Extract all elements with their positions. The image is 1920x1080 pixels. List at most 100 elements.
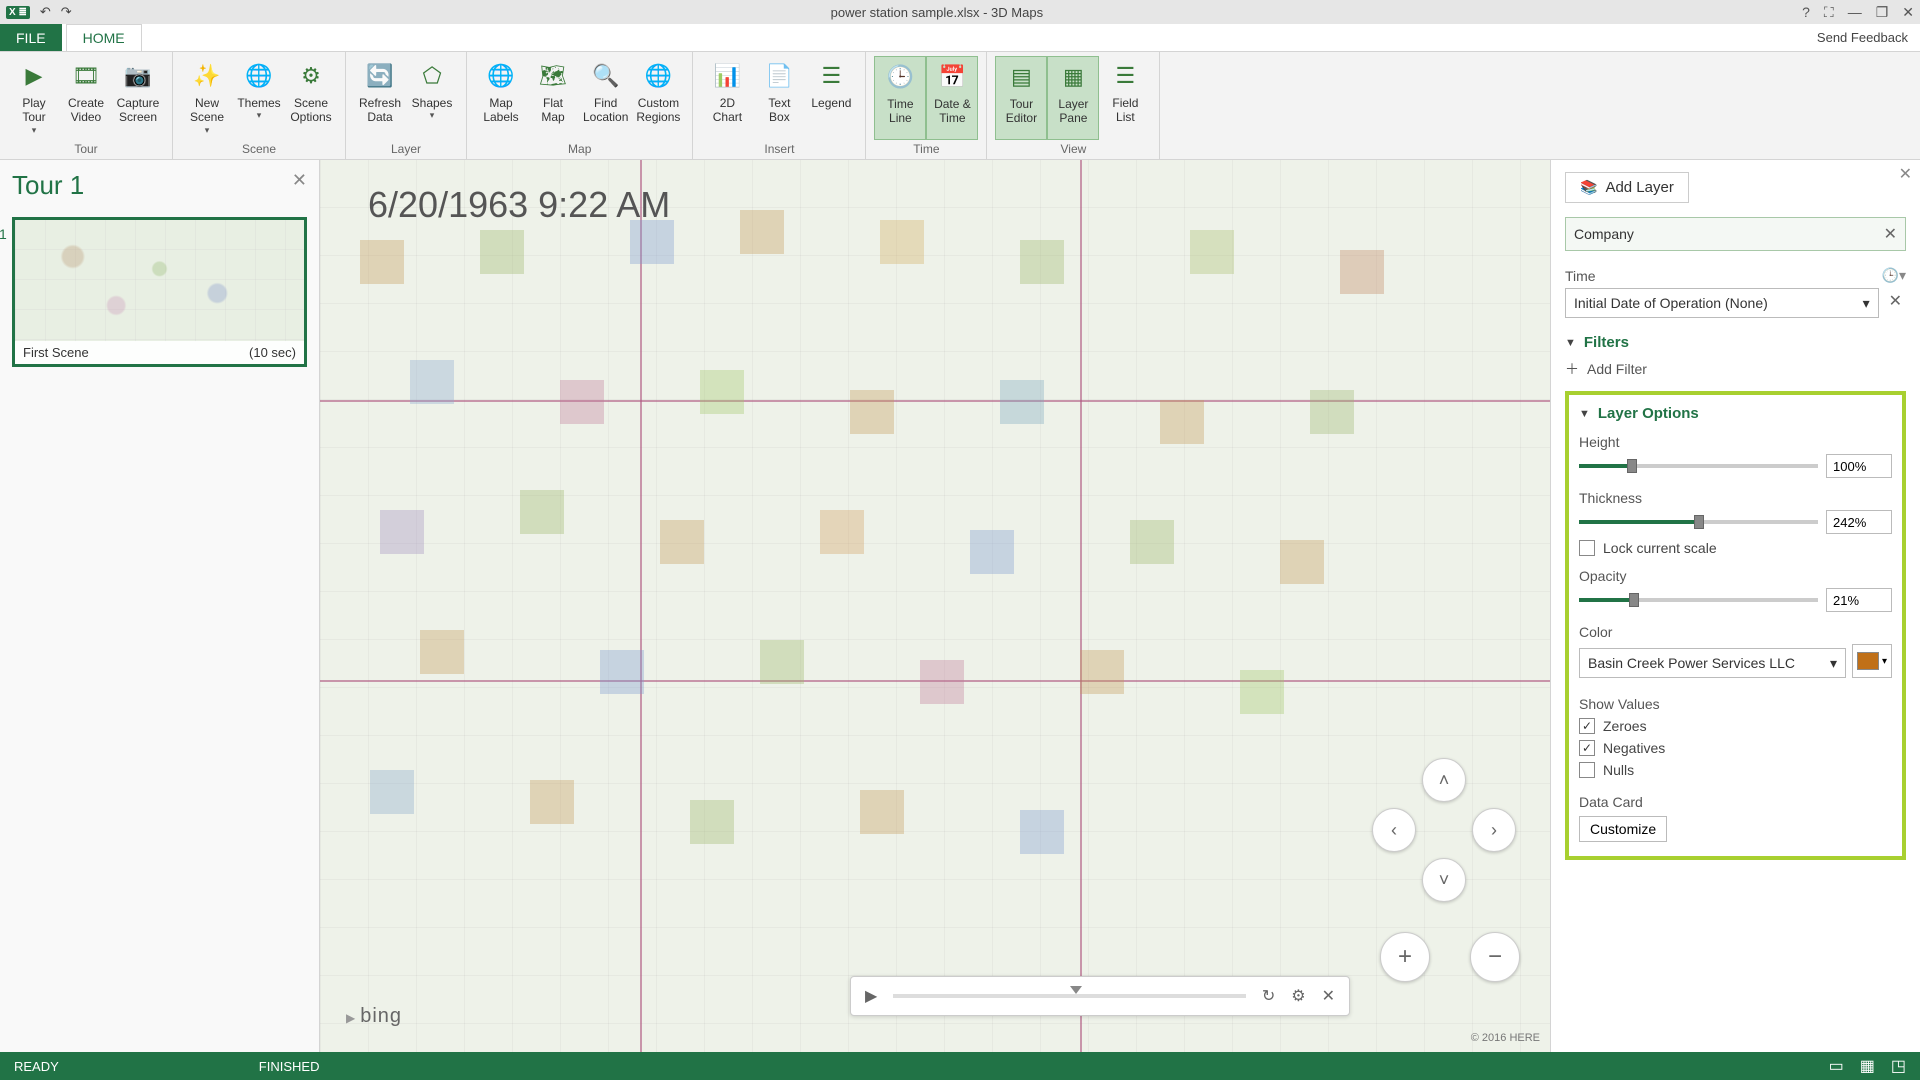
- checkbox-checked-icon: ✓: [1579, 718, 1595, 734]
- timeline-track[interactable]: [893, 994, 1246, 998]
- nulls-checkbox[interactable]: Nulls: [1579, 762, 1892, 778]
- chevron-down-icon: ▼: [1565, 337, 1576, 349]
- data-square: [380, 510, 424, 554]
- data-square: [970, 530, 1014, 574]
- minimize-icon[interactable]: —: [1848, 4, 1862, 21]
- thickness-value-input[interactable]: 242%: [1826, 510, 1892, 534]
- remove-time-field-icon[interactable]: ✕: [1885, 291, 1906, 311]
- data-square: [480, 230, 524, 274]
- send-feedback-link[interactable]: Send Feedback: [1805, 24, 1920, 51]
- refresh-icon: 🔄: [362, 58, 398, 94]
- add-filter-button[interactable]: ＋ Add Filter: [1565, 359, 1906, 379]
- timeline-settings-icon[interactable]: ⚙: [1291, 986, 1305, 1006]
- timeline-play-icon[interactable]: ▶: [865, 986, 877, 1006]
- height-slider[interactable]: [1579, 464, 1818, 468]
- group-scene-label: Scene: [181, 140, 337, 159]
- timeline-close-icon[interactable]: ✕: [1322, 986, 1335, 1006]
- redo-icon[interactable]: ↷: [61, 4, 72, 20]
- textbox-icon: 📄: [761, 58, 797, 94]
- tour-editor-button[interactable]: ▤Tour Editor: [995, 56, 1047, 140]
- tilt-down-button[interactable]: ˅: [1422, 858, 1466, 902]
- layer-options-header[interactable]: ▼ Layer Options: [1579, 405, 1892, 422]
- timeline-icon: 🕒: [882, 59, 918, 95]
- data-square: [520, 490, 564, 534]
- undo-icon[interactable]: ↶: [40, 4, 51, 20]
- height-value-input[interactable]: 100%: [1826, 454, 1892, 478]
- flat-map-button[interactable]: 🗺Flat Map: [527, 56, 579, 140]
- help-icon[interactable]: ?: [1802, 4, 1810, 21]
- play-tour-button[interactable]: ▶Play Tour▾: [8, 56, 60, 140]
- data-square: [420, 630, 464, 674]
- tab-file[interactable]: FILE: [0, 24, 62, 51]
- 2d-chart-button[interactable]: 📊2D Chart: [701, 56, 753, 140]
- color-picker[interactable]: ▾: [1852, 644, 1892, 678]
- map-canvas[interactable]: 6/20/1963 9:22 AM bing © 2016 HERE ˄ ‹ ›…: [320, 160, 1550, 1052]
- zeroes-checkbox[interactable]: ✓ Zeroes: [1579, 718, 1892, 734]
- scene-duration: (10 sec): [249, 345, 296, 360]
- color-series-dropdown[interactable]: Basin Creek Power Services LLC ▾: [1579, 648, 1846, 678]
- date-time-button[interactable]: 📅Date & Time: [926, 56, 978, 140]
- time-line-button[interactable]: 🕒Time Line: [874, 56, 926, 140]
- opacity-value-input[interactable]: 21%: [1826, 588, 1892, 612]
- fullscreen-icon[interactable]: ⛶: [1824, 4, 1834, 21]
- regions-icon: 🌐: [640, 58, 676, 94]
- themes-button[interactable]: 🌐Themes▾: [233, 56, 285, 140]
- tab-home[interactable]: HOME: [66, 24, 142, 51]
- data-square: [1190, 230, 1234, 274]
- shapes-button[interactable]: ⬠Shapes▾: [406, 56, 458, 140]
- filters-label: Filters: [1584, 334, 1629, 351]
- remove-category-icon[interactable]: ✕: [1884, 224, 1897, 244]
- video-icon: 🎞: [68, 58, 104, 94]
- status-view2-icon[interactable]: ▦: [1860, 1056, 1875, 1076]
- capture-screen-button[interactable]: 📷Capture Screen: [112, 56, 164, 140]
- data-square: [630, 220, 674, 264]
- legend-button[interactable]: ☰Legend: [805, 56, 857, 140]
- refresh-data-button[interactable]: 🔄Refresh Data: [354, 56, 406, 140]
- map-labels-button[interactable]: 🌐Map Labels: [475, 56, 527, 140]
- category-field[interactable]: Company ✕: [1565, 217, 1906, 251]
- rotate-left-button[interactable]: ‹: [1372, 808, 1416, 852]
- tour-panel: ✕ Tour 1 1 First Scene (10 sec): [0, 160, 320, 1052]
- field-list-button[interactable]: ☰Field List: [1099, 56, 1151, 140]
- customize-button[interactable]: Customize: [1579, 816, 1667, 842]
- maximize-icon[interactable]: ❐: [1876, 4, 1889, 21]
- checkbox-empty-icon: [1579, 540, 1595, 556]
- close-icon[interactable]: ✕: [1902, 4, 1914, 21]
- text-box-button[interactable]: 📄Text Box: [753, 56, 805, 140]
- new-scene-button[interactable]: ✨New Scene▾: [181, 56, 233, 140]
- scene-options-button[interactable]: ⚙Scene Options: [285, 56, 337, 140]
- opacity-slider[interactable]: [1579, 598, 1818, 602]
- thickness-slider[interactable]: [1579, 520, 1818, 524]
- create-video-button[interactable]: 🎞Create Video: [60, 56, 112, 140]
- negatives-checkbox[interactable]: ✓ Negatives: [1579, 740, 1892, 756]
- custom-regions-button[interactable]: 🌐Custom Regions: [632, 56, 684, 140]
- zoom-in-button[interactable]: +: [1380, 932, 1430, 982]
- datetime-icon: 📅: [934, 59, 970, 95]
- tour-title: Tour 1: [12, 170, 307, 201]
- find-location-button[interactable]: 🔍Find Location: [579, 56, 632, 140]
- tilt-up-button[interactable]: ˄: [1422, 758, 1466, 802]
- add-layer-button[interactable]: 📚 Add Layer: [1565, 172, 1689, 203]
- data-square: [1080, 650, 1124, 694]
- data-card-label: Data Card: [1579, 794, 1892, 810]
- data-square: [1020, 810, 1064, 854]
- layer-pane-button[interactable]: ▦Layer Pane: [1047, 56, 1099, 140]
- timeline-loop-icon[interactable]: ↻: [1262, 986, 1275, 1006]
- filters-header[interactable]: ▼ Filters: [1565, 334, 1906, 351]
- lock-scale-checkbox[interactable]: Lock current scale: [1579, 540, 1892, 556]
- status-view1-icon[interactable]: ▭: [1829, 1056, 1844, 1076]
- scene-thumbnail[interactable]: 1 First Scene (10 sec): [12, 217, 307, 367]
- data-square: [1000, 380, 1044, 424]
- time-settings-icon[interactable]: 🕒▾: [1882, 267, 1906, 284]
- close-tour-panel-icon[interactable]: ✕: [292, 170, 307, 191]
- time-field-dropdown[interactable]: Initial Date of Operation (None) ▾: [1565, 288, 1879, 318]
- status-view3-icon[interactable]: ◳: [1891, 1056, 1906, 1076]
- group-layer-label: Layer: [354, 140, 458, 159]
- layer-panel: ✕ 📚 Add Layer Company ✕ Time 🕒▾ Initial …: [1550, 160, 1920, 1052]
- data-square: [920, 660, 964, 704]
- close-layer-panel-icon[interactable]: ✕: [1899, 164, 1912, 184]
- checkbox-empty-icon: [1579, 762, 1595, 778]
- rotate-right-button[interactable]: ›: [1472, 808, 1516, 852]
- zoom-out-button[interactable]: −: [1470, 932, 1520, 982]
- group-map-label: Map: [475, 140, 684, 159]
